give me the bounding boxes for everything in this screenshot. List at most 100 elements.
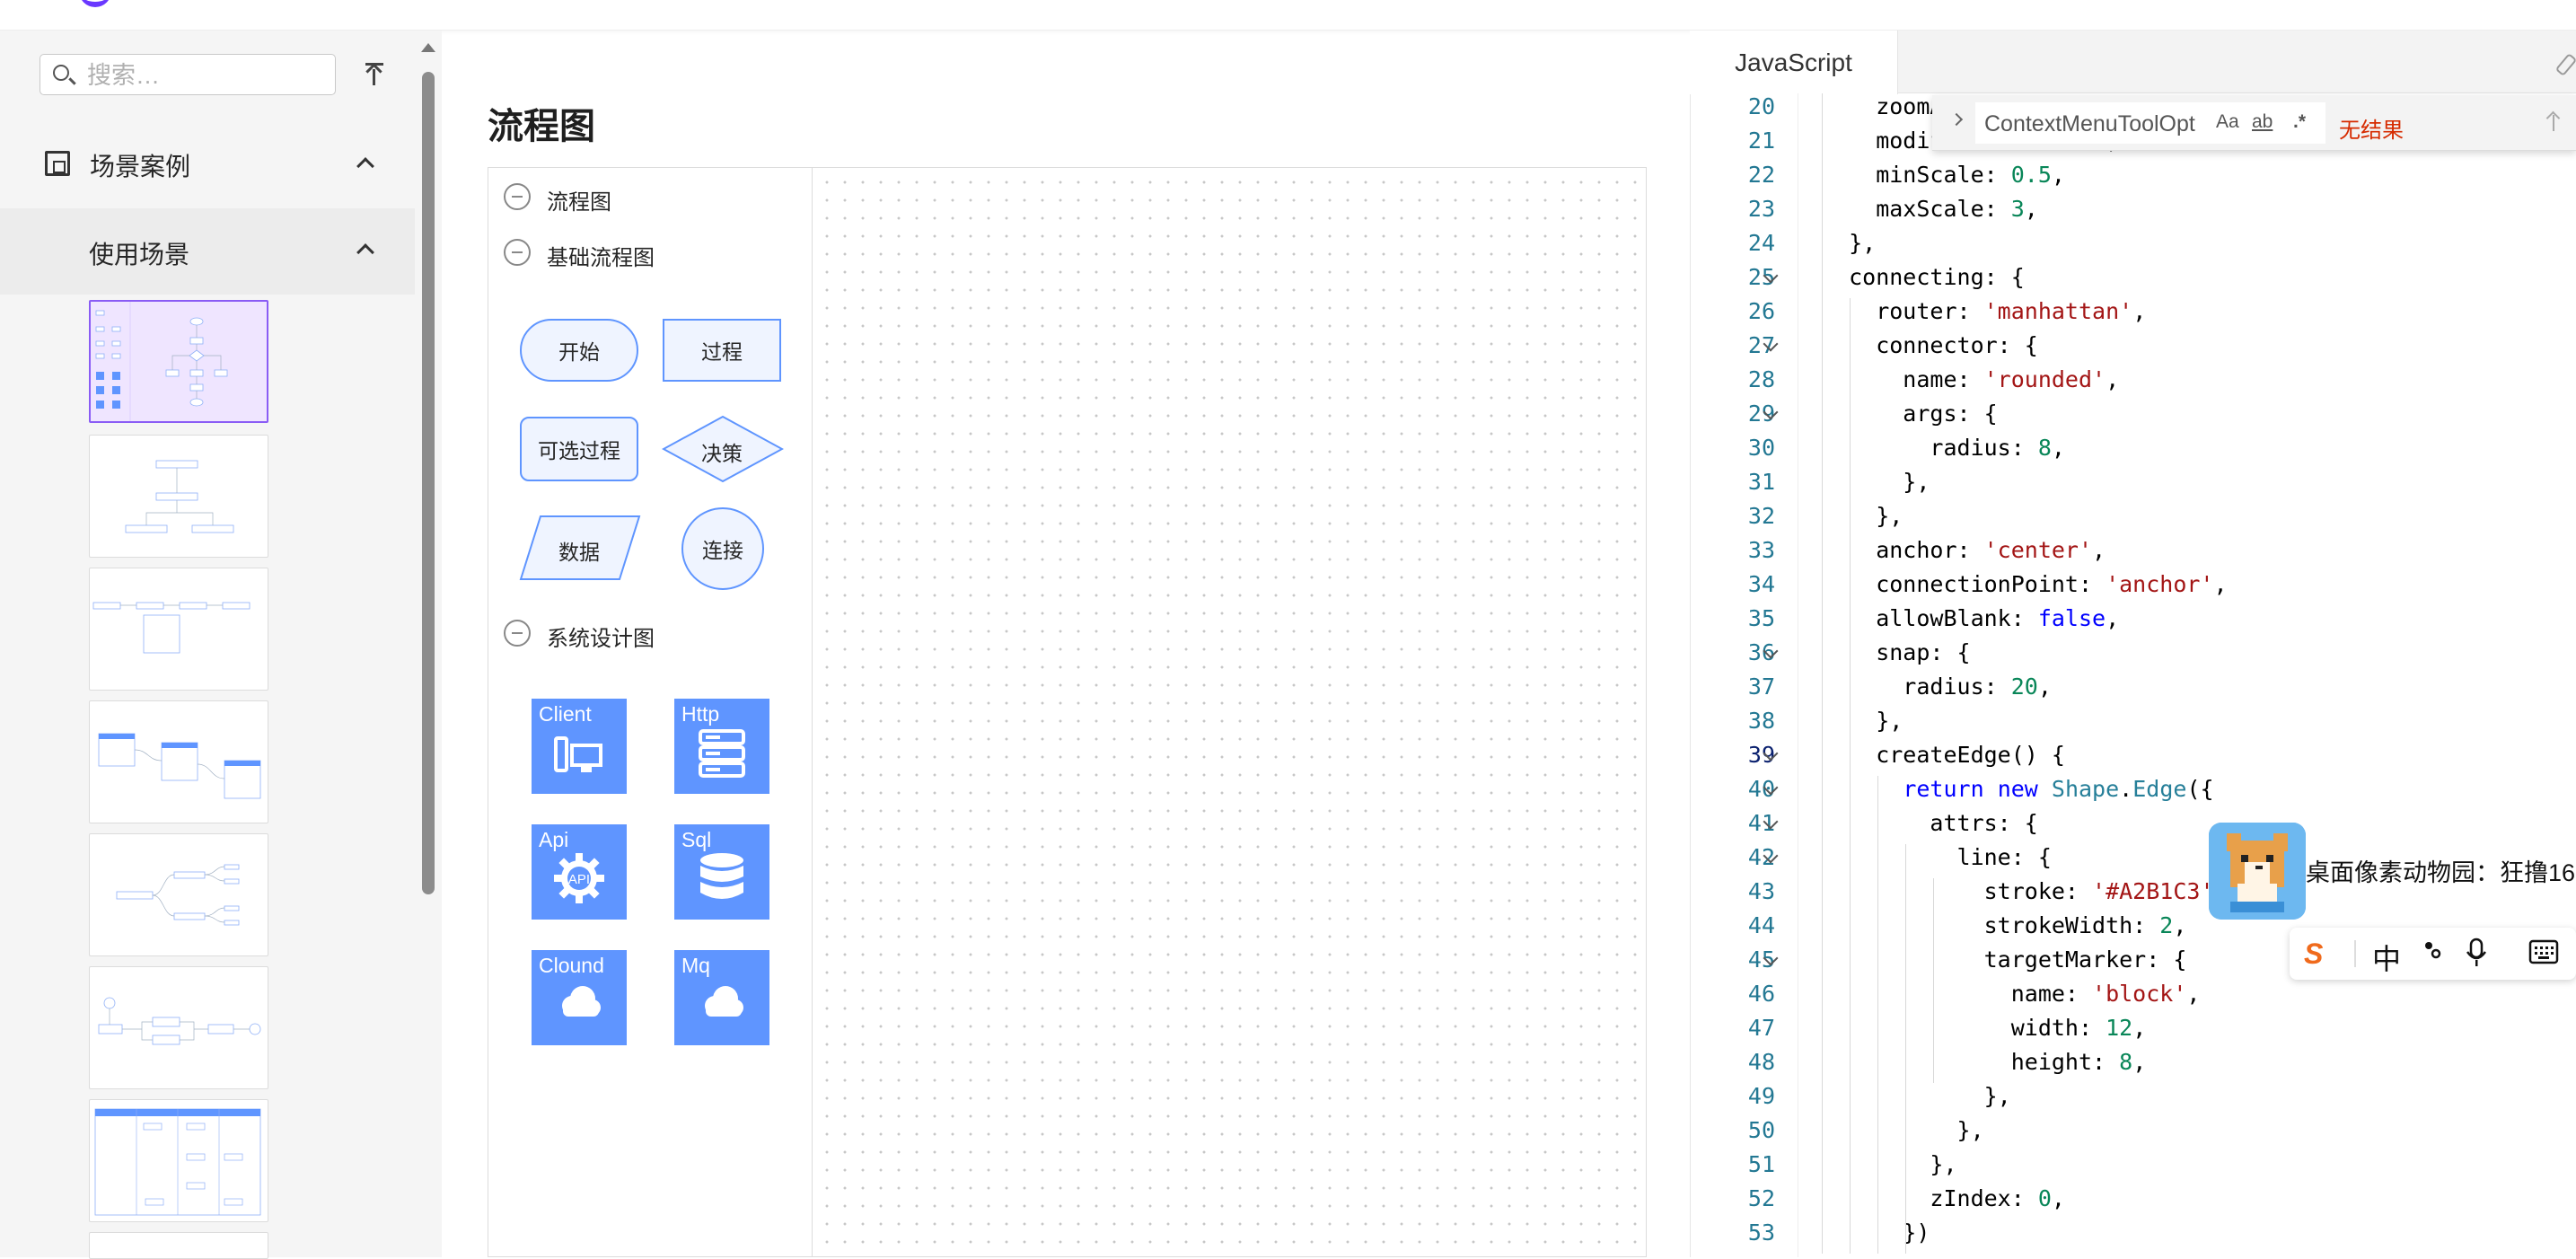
tab-javascript[interactable]: JavaScript: [1690, 31, 1898, 94]
shape-label: 过程: [701, 340, 743, 364]
shape-decision[interactable]: 决策: [662, 415, 784, 483]
shape-connector[interactable]: 连接: [681, 507, 764, 590]
code-line: name: 'block',: [1822, 981, 2201, 1007]
shape-label: Sql: [681, 828, 712, 851]
example-thumbnail[interactable]: [89, 435, 268, 558]
menu-group-scenarios[interactable]: 场景案例: [0, 133, 415, 194]
code-line: connectionPoint: 'anchor',: [1822, 571, 2228, 597]
shape-process[interactable]: 过程: [663, 319, 781, 382]
search-input[interactable]: [85, 62, 322, 89]
indent-guide: [1822, 93, 1823, 1254]
match-whole-word-toggle[interactable]: ab: [2252, 111, 2273, 133]
indent-guide: [1905, 844, 1906, 1254]
ime-chinese-mode[interactable]: 中: [2372, 937, 2401, 978]
shape-start[interactable]: 开始: [520, 319, 638, 382]
line-number: 21: [1747, 128, 1775, 154]
chevron-up-icon[interactable]: [356, 243, 374, 261]
code-line: },: [1822, 230, 1877, 256]
line-number: 40: [1747, 776, 1775, 802]
code-line: width: 12,: [1822, 1015, 2147, 1041]
ime-punctuation-icon[interactable]: [2424, 939, 2444, 966]
line-number: 34: [1747, 571, 1775, 597]
line-number: 49: [1747, 1083, 1775, 1109]
search-box[interactable]: [40, 54, 336, 95]
chevron-up-icon[interactable]: [356, 157, 374, 175]
regex-toggle[interactable]: .*: [2293, 111, 2306, 133]
code-line: },: [1822, 1151, 1957, 1177]
line-number: 33: [1747, 537, 1775, 563]
code-line: name: 'rounded',: [1822, 366, 2120, 392]
code-line: zIndex: 0,: [1822, 1185, 2065, 1211]
microphone-icon[interactable]: [2466, 938, 2487, 968]
stencil-group-header[interactable]: 基础流程图: [504, 239, 701, 270]
gear-icon: API: [554, 853, 604, 903]
top-bar: [0, 0, 2576, 31]
back-to-top-icon[interactable]: [361, 61, 388, 88]
indent-guide: [1850, 298, 1851, 1254]
line-number: 28: [1747, 366, 1775, 392]
previous-match-icon[interactable]: [2547, 111, 2560, 131]
example-thumbnail[interactable]: [89, 1232, 268, 1259]
submenu-use-cases[interactable]: 使用场景: [0, 208, 415, 295]
line-number: 48: [1747, 1049, 1775, 1075]
menu-group-label: 场景案例: [90, 153, 191, 180]
code-line: }): [1822, 1219, 1930, 1246]
example-thumbnail[interactable]: [89, 833, 268, 956]
stencil-group-header[interactable]: 流程图: [504, 183, 683, 215]
collapse-minus-icon[interactable]: [504, 620, 531, 647]
sidebar-scroll-thumb[interactable]: [422, 72, 435, 894]
stencil-group-label: 流程图: [547, 190, 611, 215]
code-line: attrs: {: [1822, 810, 2038, 836]
collapse-minus-icon[interactable]: [504, 183, 531, 210]
line-number: 41: [1747, 810, 1775, 836]
line-number: 37: [1747, 674, 1775, 700]
line-number: 27: [1747, 332, 1775, 358]
shape-mq[interactable]: Mq: [674, 950, 769, 1045]
shape-sql[interactable]: Sql: [674, 824, 769, 920]
line-number: 30: [1747, 435, 1775, 461]
svg-text:API: API: [568, 872, 590, 887]
shape-api[interactable]: Api API: [532, 824, 627, 920]
keyboard-icon[interactable]: [2528, 939, 2559, 964]
code-line: line: {: [1822, 844, 2052, 870]
shape-label: 开始: [558, 340, 600, 364]
line-number: 52: [1747, 1185, 1775, 1211]
ime-logo-icon[interactable]: S: [2304, 938, 2323, 971]
example-thumbnail[interactable]: [89, 700, 268, 823]
code-line: },: [1822, 1117, 1984, 1143]
shape-cloud[interactable]: Clound: [532, 950, 627, 1045]
desktop-pet-label: 桌面像素动物园：狂撸16只: [2306, 859, 2576, 886]
example-thumbnail-flowchart[interactable]: [89, 300, 268, 423]
match-case-toggle[interactable]: Aa: [2216, 111, 2239, 133]
code-line: snap: {: [1822, 639, 1971, 665]
example-thumbnail[interactable]: [89, 568, 268, 691]
desktop-pet-avatar[interactable]: [2209, 823, 2306, 920]
collapse-minus-icon[interactable]: [504, 239, 531, 266]
code-line: args: {: [1822, 401, 1998, 427]
code-line: anchor: 'center',: [1822, 537, 2106, 563]
line-number: 20: [1747, 93, 1775, 119]
scroll-up-icon[interactable]: [421, 43, 435, 52]
shape-label: 数据: [558, 541, 600, 564]
shape-label: Clound: [539, 954, 604, 977]
ime-separator: [2354, 940, 2356, 967]
line-number: 51: [1747, 1151, 1775, 1177]
database-icon: [700, 853, 743, 899]
code-line: },: [1822, 708, 1903, 734]
code-line: },: [1822, 503, 1903, 529]
example-thumbnail[interactable]: [89, 1099, 268, 1222]
shape-optional-process[interactable]: 可选过程: [520, 417, 638, 481]
code-line: targetMarker: {: [1822, 946, 2187, 973]
shape-http[interactable]: Http: [674, 699, 769, 794]
stencil-group-label: 基础流程图: [547, 246, 655, 270]
shape-data[interactable]: 数据: [519, 515, 641, 581]
shape-label: 连接: [702, 539, 743, 562]
code-line: return new Shape.Edge({: [1903, 776, 2214, 802]
stencil-group-header[interactable]: 系统设计图: [504, 620, 701, 651]
shape-client[interactable]: Client: [532, 699, 627, 794]
graph-canvas[interactable]: [812, 167, 1647, 1257]
example-thumbnail[interactable]: [89, 966, 268, 1089]
shape-label: 可选过程: [538, 439, 620, 462]
line-number: 35: [1747, 605, 1775, 631]
line-number: 46: [1747, 981, 1775, 1007]
